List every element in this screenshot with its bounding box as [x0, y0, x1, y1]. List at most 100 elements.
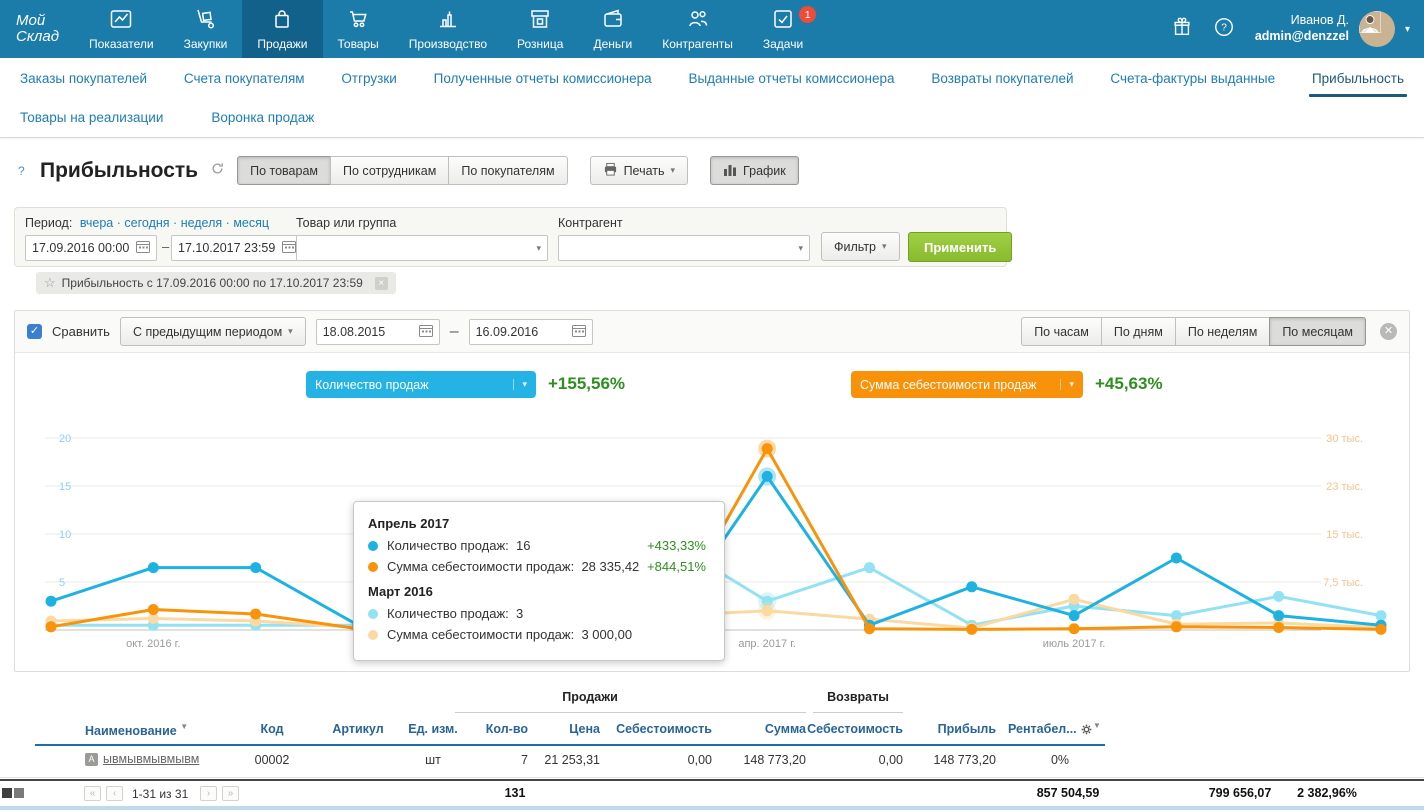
hand-truck-icon	[193, 7, 217, 34]
gift-icon[interactable]	[1171, 16, 1193, 43]
period-from-input[interactable]: 17.09.2016 00:00	[25, 235, 157, 261]
granularity-by-hours[interactable]: По часам	[1021, 317, 1102, 346]
date-separator: –	[162, 239, 169, 254]
view-by-goods-button[interactable]: По товарам	[237, 156, 331, 185]
subnav-received-commission-reports[interactable]: Полученные отчеты комиссионера	[434, 71, 652, 86]
granularity-group: По часам По дням По неделям По месяцам ✕	[1021, 317, 1397, 346]
avatar[interactable]	[1359, 11, 1395, 47]
menu-item-money[interactable]: Деньги	[578, 0, 647, 58]
granularity-by-months[interactable]: По месяцам	[1269, 317, 1366, 346]
app-logo[interactable]: Мой Склад	[0, 0, 74, 58]
row-return-cost-cell: 0,00	[879, 753, 903, 767]
tooltip-row: Количество продаж: 3	[368, 606, 708, 621]
subnav-issued-commission-reports[interactable]: Выданные отчеты комиссионера	[688, 71, 894, 86]
profitability-table: Продажи Возвраты Наименование ▼ Код Арти…	[0, 682, 1424, 779]
quick-month-link[interactable]: месяц	[233, 216, 269, 230]
quick-today-link[interactable]: сегодня	[124, 216, 169, 230]
subnav-customer-orders[interactable]: Заказы покупателей	[20, 71, 147, 86]
print-button[interactable]: Печать ▾	[590, 156, 688, 185]
table-footer: « ‹ 1-31 из 31 › » 131 857 504,59 799 65…	[0, 779, 1424, 806]
menu-label: Продажи	[257, 37, 307, 51]
pagination-next-button[interactable]: ›	[200, 786, 217, 801]
page-help-icon[interactable]: ?	[18, 164, 25, 178]
row-price-cell: 21 253,31	[544, 753, 600, 767]
shopping-bag-icon	[270, 7, 294, 34]
pagination-first-button[interactable]: «	[84, 786, 101, 801]
col-header-profit[interactable]: Прибыль	[938, 722, 996, 736]
series1-select[interactable]: Количество продаж ▾	[306, 371, 536, 398]
quick-week-link[interactable]: неделя	[181, 216, 222, 230]
refresh-icon[interactable]	[210, 161, 225, 181]
counterparty-select[interactable]: ▾	[558, 235, 810, 261]
product-link[interactable]: ывмывмывмывм	[103, 752, 199, 766]
filter-button[interactable]: Фильтр ▾	[821, 232, 900, 261]
subnav-row-2: Товары на реализации Воронка продаж	[20, 98, 1404, 136]
series2-select[interactable]: Сумма себестоимости продаж ▾	[851, 371, 1083, 398]
view-by-customers-button[interactable]: По покупателям	[448, 156, 567, 185]
subnav-issued-invoices[interactable]: Счета-фактуры выданные	[1110, 71, 1275, 86]
wallet-icon	[601, 7, 625, 34]
col-header-name[interactable]: Наименование ▼	[85, 722, 188, 738]
col-header-sum[interactable]: Сумма	[765, 722, 806, 736]
granularity-by-days[interactable]: По дням	[1101, 317, 1176, 346]
chevron-down-icon: ▾	[288, 326, 293, 337]
chevron-down-icon: ▾	[536, 243, 541, 254]
user-name: Иванов Д.	[1255, 13, 1349, 29]
col-header-cost[interactable]: Себестоимость	[616, 722, 712, 736]
tooltip-row: Сумма себестоимости продаж: 28 335,42 +8…	[368, 559, 708, 574]
menu-item-counterparties[interactable]: Контрагенты	[647, 0, 748, 58]
subnav-profitability[interactable]: Прибыльность	[1312, 71, 1404, 86]
user-block[interactable]: Иванов Д. admin@denzzel ▾	[1255, 11, 1410, 47]
compare-to-input[interactable]: 16.09.2016	[469, 319, 593, 345]
calendar-icon[interactable]	[136, 240, 150, 256]
subnav-goods-on-consignment[interactable]: Товары на реализации	[20, 110, 163, 125]
svg-text:15 тыс.: 15 тыс.	[1326, 529, 1363, 541]
chart-close-icon[interactable]: ✕	[1380, 323, 1397, 340]
col-header-return-cost[interactable]: Себестоимость	[807, 722, 903, 736]
period-to-input[interactable]: 17.10.2017 23:59	[171, 235, 303, 261]
row-unit-cell: шт	[425, 753, 441, 767]
granularity-by-weeks[interactable]: По неделям	[1175, 317, 1270, 346]
col-header-code[interactable]: Код	[260, 722, 283, 736]
menu-item-goods[interactable]: Товары	[323, 0, 394, 58]
menu-item-sales[interactable]: Продажи	[242, 0, 322, 58]
saved-filter-tag[interactable]: ☆ Прибыльность с 17.09.2016 00:00 по 17.…	[36, 272, 396, 294]
horizontal-scrollbar[interactable]	[0, 806, 1424, 810]
compare-date-separator: –	[450, 323, 459, 341]
subnav-sales-funnel[interactable]: Воронка продаж	[211, 110, 314, 125]
pagination-last-button[interactable]: »	[222, 786, 239, 801]
chart-toggle-button[interactable]: График	[710, 156, 799, 185]
col-header-qty[interactable]: Кол-во	[486, 722, 528, 736]
tag-close-icon[interactable]: ×	[375, 277, 388, 290]
subnav-customer-returns[interactable]: Возвраты покупателей	[931, 71, 1073, 86]
subnav-customer-invoices[interactable]: Счета покупателям	[184, 71, 305, 86]
menu-item-tasks[interactable]: Задачи 1	[748, 0, 818, 58]
col-header-unit[interactable]: Ед. изм.	[408, 722, 458, 736]
calendar-icon[interactable]	[419, 324, 433, 340]
user-email: admin@denzzel	[1255, 29, 1349, 45]
star-icon[interactable]: ☆	[44, 275, 56, 291]
compare-checkbox[interactable]: ✓	[27, 324, 42, 339]
pagination-prev-button[interactable]: ‹	[106, 786, 123, 801]
quick-yesterday-link[interactable]: вчера	[80, 216, 113, 230]
col-header-price[interactable]: Цена	[569, 722, 600, 736]
col-header-profitability[interactable]: Рентабел...	[1008, 722, 1077, 736]
series-bullet-icon	[368, 609, 378, 619]
menu-item-indicators[interactable]: Показатели	[74, 0, 169, 58]
subnav-shipments[interactable]: Отгрузки	[341, 71, 396, 86]
product-select[interactable]: ▾	[296, 235, 548, 261]
profit-total: 799 656,07	[1209, 786, 1272, 800]
help-circle-icon[interactable]: ?	[1213, 16, 1235, 43]
menu-item-purchases[interactable]: Закупки	[169, 0, 243, 58]
compare-from-input[interactable]: 18.08.2015	[316, 319, 440, 345]
col-header-article[interactable]: Артикул	[332, 722, 383, 736]
calendar-icon[interactable]	[282, 240, 296, 256]
compare-mode-select[interactable]: С предыдущим периодом ▾	[120, 317, 306, 346]
menu-item-production[interactable]: Производство	[394, 0, 502, 58]
column-settings-button[interactable]: ▼	[1080, 721, 1101, 739]
menu-item-retail[interactable]: Розница	[502, 0, 578, 58]
view-by-employees-button[interactable]: По сотрудникам	[330, 156, 449, 185]
calendar-icon[interactable]	[572, 324, 586, 340]
menu-label: Товары	[338, 37, 379, 51]
apply-button[interactable]: Применить	[908, 232, 1012, 262]
